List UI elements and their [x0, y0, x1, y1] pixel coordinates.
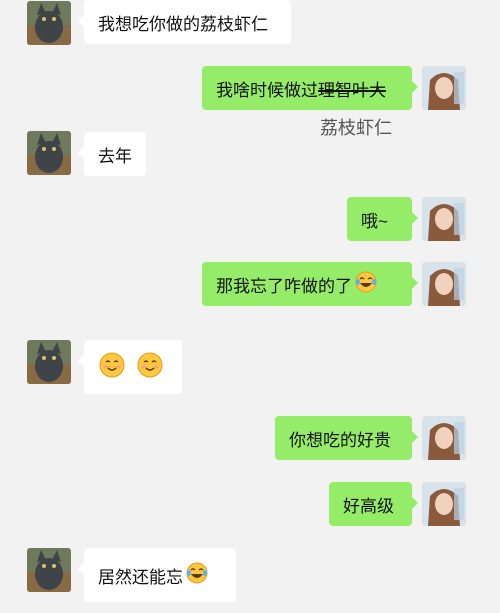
message-bubble-outgoing[interactable]: 哦~ [347, 197, 418, 241]
message-text: 居然还能忘 [98, 567, 183, 587]
smiling-face-emoji-icon [136, 351, 164, 384]
message-bubble-outgoing[interactable]: 你想吃的好贵 [275, 416, 418, 460]
contact-avatar[interactable] [27, 1, 71, 45]
message-bubble-incoming[interactable]: 我想吃你做的荔枝虾仁 [78, 0, 291, 44]
message-bubble-incoming[interactable]: 居然还能忘 [78, 548, 236, 602]
self-avatar[interactable] [422, 262, 466, 306]
contact-avatar[interactable] [27, 131, 71, 175]
message-text: 你想吃的好贵 [289, 430, 391, 450]
message-bubble-outgoing[interactable]: 那我忘了咋做的了 [202, 262, 418, 306]
self-avatar[interactable] [422, 66, 466, 110]
struck-text: 理智叶大 [318, 80, 386, 100]
message-text: 去年 [98, 146, 132, 166]
contact-avatar[interactable] [27, 340, 71, 384]
message-text: 好高级 [343, 496, 394, 516]
message-bubble-outgoing[interactable]: 我啥时候做过 理智叶大 [202, 66, 418, 110]
self-avatar[interactable] [422, 197, 466, 241]
message-bubble-incoming[interactable] [78, 340, 182, 394]
self-avatar[interactable] [422, 416, 466, 460]
message-text: 哦~ [361, 211, 388, 231]
message-text: 那我忘了咋做的了 [216, 276, 352, 296]
handwritten-annotation: 荔枝虾仁 [320, 118, 392, 138]
self-avatar[interactable] [422, 482, 466, 526]
message-text: 我啥时候做过 [216, 80, 318, 100]
message-bubble-incoming[interactable]: 去年 [78, 132, 146, 176]
laughing-crying-emoji-icon [355, 271, 377, 298]
message-text: 我想吃你做的荔枝虾仁 [98, 14, 268, 34]
smiling-face-emoji-icon [98, 351, 126, 384]
laughing-crying-emoji-icon [186, 562, 208, 589]
contact-avatar[interactable] [27, 548, 71, 592]
message-bubble-outgoing[interactable]: 好高级 [329, 482, 418, 526]
